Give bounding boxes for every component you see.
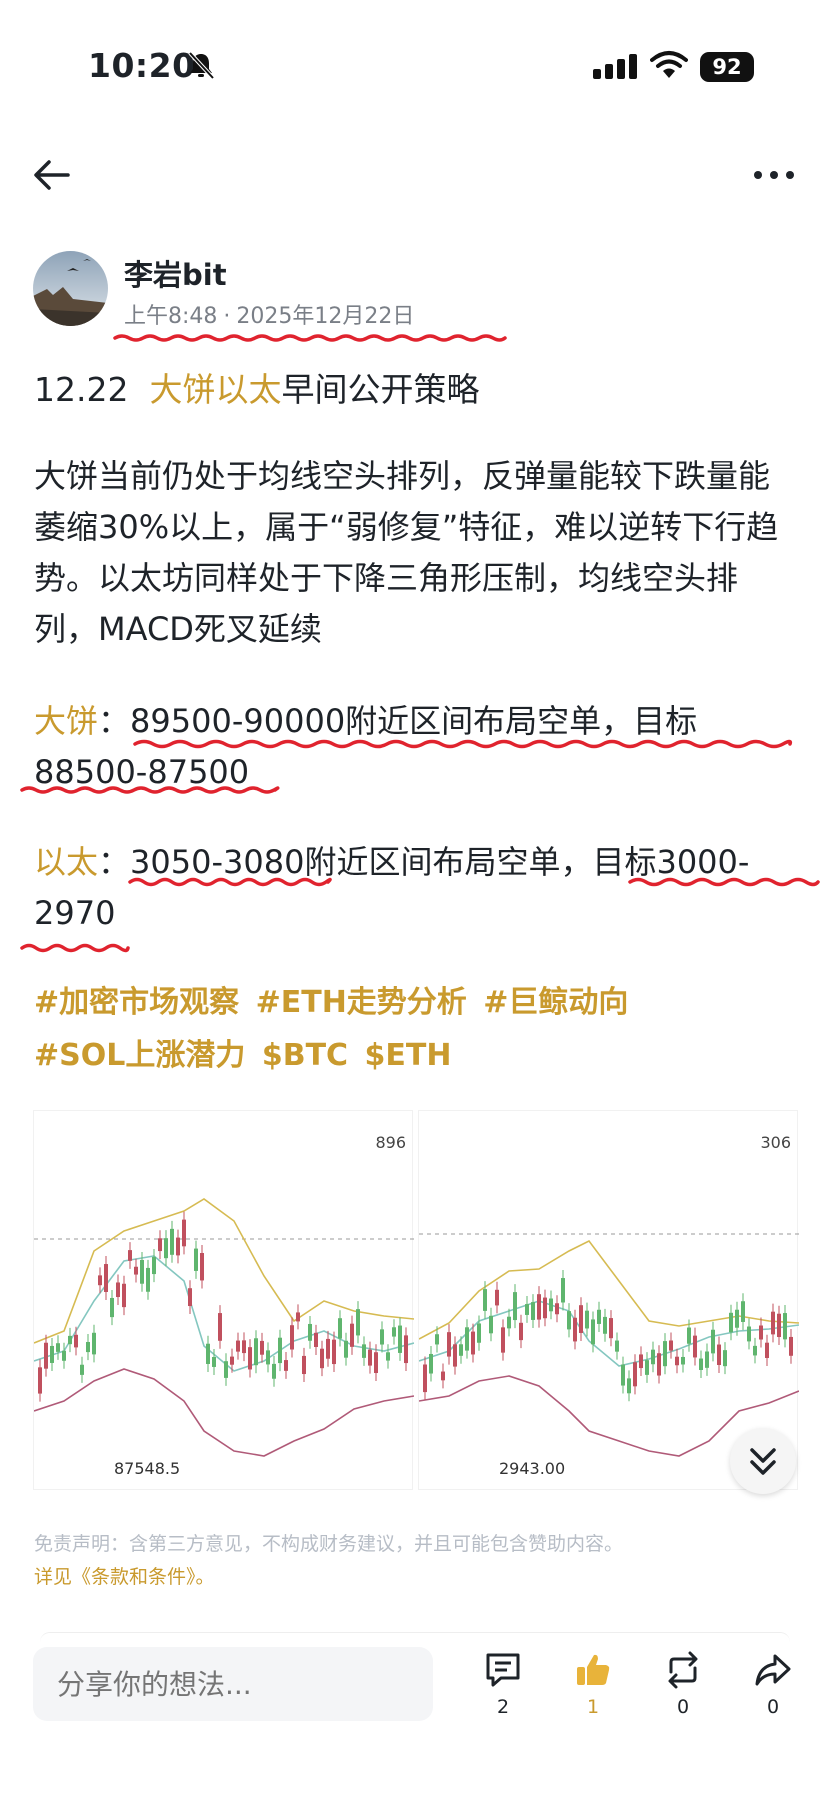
bottom-action-bar: 2 1 0 0 (0, 1632, 830, 1802)
post-headline: 12.22 大饼以太早间公开策略 (34, 368, 479, 412)
cashtag-eth[interactable]: $ETH (365, 1038, 452, 1073)
battery-indicator: 92 (700, 52, 754, 82)
author-name[interactable]: 李岩bit (124, 252, 227, 294)
bottom-bar-divider (40, 1632, 790, 1642)
disclaimer: 免责声明：含第三方意见，不构成财务建议，并且可能包含赞助内容。 详见《条款和条件… (34, 1528, 794, 1594)
post-date: 2025年12月22日 (236, 304, 415, 329)
repost-count: 0 (676, 1696, 690, 1718)
double-chevron-down-icon (750, 1448, 776, 1475)
status-bar: 10:20 92 (0, 0, 830, 120)
cellular-signal-icon (593, 54, 637, 79)
headline-highlight: 大饼以太 (149, 370, 282, 409)
btc-chart-top-price: 896 (375, 1133, 406, 1152)
eth-strategy-sep: ： (98, 843, 131, 881)
comment-input[interactable] (33, 1647, 433, 1721)
repost-icon (668, 1651, 698, 1689)
post-body: 大饼当前仍处于均线空头排列，反弹量能较下跌量能萎缩30%以上，属于“弱修复”特征… (34, 457, 779, 648)
eth-chart-top-price: 306 (760, 1133, 791, 1152)
btc-strategy: 大饼：89500-90000附近区间布局空单，目标88500-87500 (34, 696, 804, 798)
comment-icon (486, 1653, 520, 1687)
cashtag-btc[interactable]: $BTC (262, 1038, 348, 1073)
btc-strategy-text: 89500-90000附近区间布局空单，目标88500-87500 (34, 702, 698, 791)
more-options-icon[interactable] (752, 160, 796, 190)
post-meta: 上午8:48 · 2025年12月22日 (124, 298, 414, 330)
share-arrow-icon (755, 1654, 791, 1686)
wifi-icon (650, 51, 688, 78)
hashtag-list: #加密市场观察 #ETH走势分析 #巨鲸动向 #SOL上涨潜力 $BTC $ET… (34, 976, 794, 1082)
scroll-down-button[interactable] (730, 1428, 796, 1494)
btc-chart-svg (34, 1198, 414, 1457)
btc-candlestick-chart[interactable]: 896 87548.5 (33, 1110, 414, 1490)
back-arrow-icon[interactable] (32, 158, 72, 192)
terms-link[interactable]: 详见《条款和条件》。 (34, 1566, 215, 1588)
thumbs-up-icon (577, 1654, 610, 1685)
comment-count: 2 (496, 1696, 510, 1718)
btc-strategy-sep: ： (98, 702, 131, 740)
disclaimer-text: 免责声明：含第三方意见，不构成财务建议，并且可能包含赞助内容。 (34, 1533, 624, 1555)
hashtag-eth-analysis[interactable]: #ETH走势分析 (256, 985, 467, 1020)
status-time: 10:20 (88, 46, 196, 85)
comment-button[interactable]: 2 (473, 1650, 533, 1718)
btc-chart-low-price: 87548.5 (114, 1459, 181, 1478)
share-button[interactable]: 0 (743, 1650, 803, 1718)
btc-strategy-label: 大饼 (34, 702, 99, 740)
meta-separator: · (223, 304, 231, 329)
eth-strategy-label: 以太 (34, 843, 99, 881)
like-count: 1 (586, 1696, 600, 1718)
avatar[interactable] (33, 251, 108, 326)
hashtag-whale-moves[interactable]: #巨鲸动向 (483, 985, 628, 1020)
hashtag-sol-potential[interactable]: #SOL上涨潜力 (34, 1038, 245, 1073)
hashtag-crypto-market[interactable]: #加密市场观察 (34, 985, 239, 1020)
headline-suffix: 早间公开策略 (281, 370, 480, 409)
eth-strategy: 以太：3050-3080附近区间布局空单，目标3000-2970 (34, 837, 804, 939)
share-count: 0 (766, 1696, 780, 1718)
eth-strategy-text: 3050-3080附近区间布局空单，目标3000-2970 (34, 843, 750, 932)
headline-date: 12.22 (34, 370, 129, 409)
like-button[interactable]: 1 (563, 1650, 623, 1718)
post-time: 上午8:48 (124, 304, 218, 329)
repost-button[interactable]: 0 (653, 1650, 713, 1718)
bell-muted-icon (188, 51, 215, 80)
eth-chart-low-price: 2943.00 (499, 1459, 566, 1478)
